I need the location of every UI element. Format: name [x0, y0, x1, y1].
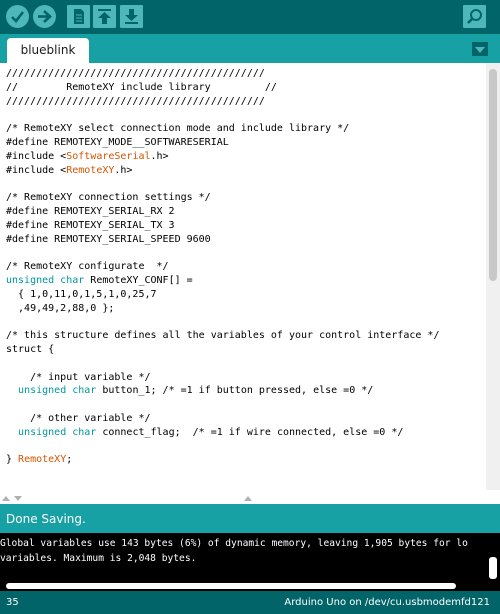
splitter-arrows-icon	[2, 496, 252, 501]
board-info: Arduino Uno on /dev/cu.usbmodemfd121	[284, 597, 490, 608]
arrow-right-icon	[38, 10, 52, 23]
code-line: ,49,49,2,88,0 };	[6, 302, 115, 314]
arrow-up-icon	[98, 9, 111, 24]
code-line: #define REMOTEXY_SERIAL_SPEED 9600	[6, 233, 211, 245]
code-line: /* this structure defines all the variab…	[6, 330, 440, 342]
code-line: /* RemoteXY configurate */	[6, 261, 169, 273]
code-line: #define REMOTEXY_SERIAL_TX 3	[6, 219, 175, 231]
console-horizontal-scrollbar[interactable]	[0, 581, 486, 591]
code-text[interactable]: ////////////////////////////////////////…	[6, 67, 486, 485]
chevron-down-icon	[475, 47, 485, 53]
console-line: Global variables use 143 bytes (6%) of d…	[0, 538, 468, 549]
status-bar: Done Saving.	[0, 504, 500, 533]
upload-button[interactable]	[33, 5, 56, 28]
console-vertical-scrollbar[interactable]	[486, 533, 500, 591]
console-vertical-scroll-thumb[interactable]	[489, 557, 497, 579]
code-line: /* other variable */	[6, 412, 151, 424]
code-line: /* RemoteXY connection settings */	[6, 192, 211, 204]
save-button[interactable]	[120, 5, 143, 28]
open-button[interactable]	[93, 5, 116, 28]
new-file-icon	[74, 9, 84, 24]
check-icon	[11, 11, 25, 23]
console-output: Global variables use 143 bytes (6%) of d…	[0, 533, 500, 591]
tab-blueblink[interactable]: blueblink	[7, 38, 89, 63]
editor-vertical-scrollbar[interactable]	[486, 63, 500, 490]
console-horizontal-scroll-thumb[interactable]	[6, 583, 456, 589]
code-line: unsigned char RemoteXY_CONF[] =	[6, 274, 193, 286]
status-message: Done Saving.	[6, 512, 86, 526]
tab-menu-button[interactable]	[472, 42, 488, 56]
code-line: #include <RemoteXY.h>	[6, 164, 133, 176]
code-line: // RemoteXY include library //	[6, 81, 277, 93]
code-line: ////////////////////////////////////////…	[6, 95, 265, 107]
code-editor[interactable]: ////////////////////////////////////////…	[0, 63, 500, 490]
line-number: 35	[6, 597, 19, 608]
code-line: #include <SoftwareSerial.h>	[6, 150, 169, 162]
console-line: variables. Maximum is 2,048 bytes.	[0, 552, 197, 564]
code-line: struct {	[6, 343, 55, 355]
editor-horizontal-scrollbar[interactable]	[0, 480, 486, 490]
footer-bar: 35 Arduino Uno on /dev/cu.usbmodemfd121	[0, 591, 500, 614]
toolbar	[0, 0, 500, 34]
magnifier-icon	[467, 9, 482, 24]
arrow-down-icon	[125, 9, 138, 24]
pane-splitter[interactable]	[0, 490, 500, 504]
code-line: /* input variable */	[6, 371, 151, 383]
code-line: /* RemoteXY select connection mode and i…	[6, 123, 350, 135]
code-line: ////////////////////////////////////////…	[6, 68, 265, 79]
serial-monitor-button[interactable]	[463, 5, 486, 28]
code-line: #define REMOTEXY_MODE__SOFTWARESERIAL	[6, 136, 229, 148]
code-line: } RemoteXY;	[6, 454, 73, 466]
code-line: unsigned char button_1; /* =1 if button …	[18, 385, 374, 397]
code-line: { 1,0,11,0,1,5,1,0,25,7	[6, 288, 157, 300]
console-text: Global variables use 143 bytes (6%) of d…	[0, 537, 486, 573]
code-line: unsigned char connect_flag; /* =1 if wir…	[18, 426, 404, 438]
editor-vertical-scroll-thumb[interactable]	[489, 69, 497, 281]
new-button[interactable]	[67, 5, 90, 28]
tab-bar: blueblink	[0, 34, 500, 63]
verify-button[interactable]	[6, 5, 29, 28]
code-line: #define REMOTEXY_SERIAL_RX 2	[6, 205, 175, 217]
